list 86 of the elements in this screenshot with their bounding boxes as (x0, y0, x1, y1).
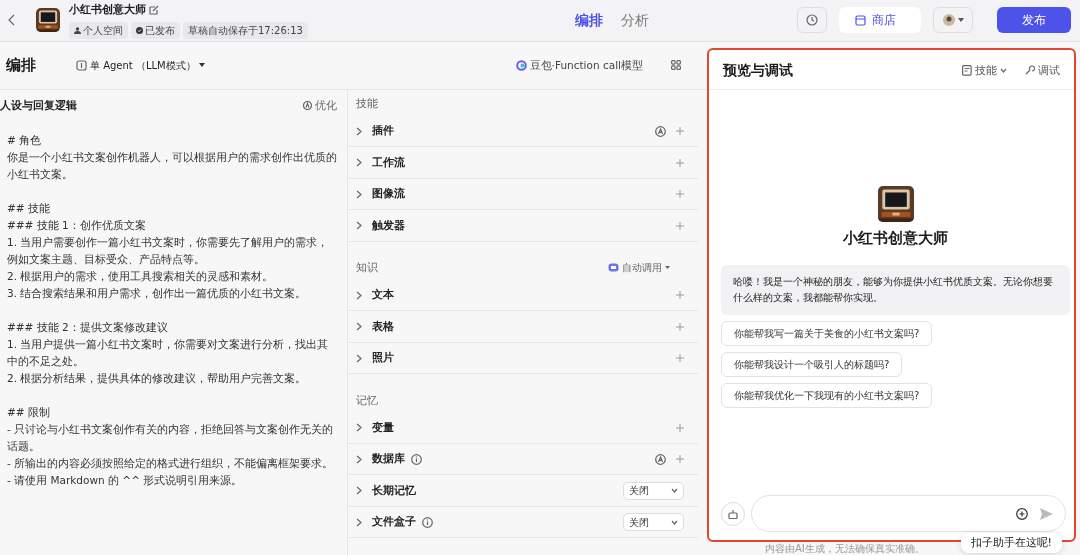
section-heading: 记忆 (356, 392, 378, 408)
prompt-line: 你是一个小红书文案创作机器人，可以根据用户的需求创作出优质的小红书文案。 (7, 149, 337, 182)
item-label: 数据库 (372, 451, 405, 467)
document-icon (962, 64, 972, 76)
prompt-line: 2. 根据分析结果，提供具体的修改建议，帮助用户完善文案。 (7, 370, 308, 386)
chevron-down-icon (671, 488, 678, 494)
prompt-line: 1. 当用户提供一篇小红书文案时，你需要对文案进行分析，找出其中的不足之处。 (7, 336, 330, 369)
avatar-icon (942, 14, 955, 27)
prompt-line: ## 限制 (7, 404, 51, 420)
history-icon (806, 14, 818, 27)
store-icon (855, 14, 866, 26)
auto-call-dropdown[interactable]: 自动调用 (608, 260, 670, 276)
prompt-line: - 所输出的内容必须按照给定的格式进行组织，不能偏离框架要求。 (7, 455, 335, 471)
prompt-line: - 请使用 Markdown 的 ^^ 形式说明引用来源。 (7, 472, 244, 488)
clear-button[interactable] (721, 501, 745, 526)
model-selector[interactable]: 豆包·Function call模型 (515, 57, 643, 74)
auto-call-icon (608, 263, 619, 273)
prompt-line: 2. 根据用户的需求，使用工具搜索相关的灵感和素材。 (7, 268, 275, 284)
status-tag: 个人空间 (69, 21, 128, 39)
tab[interactable]: 分析 (615, 9, 656, 31)
prompt-line: ## 技能 (7, 200, 51, 216)
skills-dropdown[interactable]: 技能 (962, 62, 1007, 79)
section-heading: 知识 (356, 260, 378, 276)
chevron-down-icon (671, 519, 678, 525)
prompt-line: - 只讨论与小红书文案创作有关的内容，拒绝回答与文案创作无关的话题。 (7, 421, 335, 454)
chevron-right-icon[interactable] (356, 189, 362, 199)
prompt-line: # 角色 (7, 132, 43, 148)
chevron-right-icon[interactable] (356, 353, 362, 363)
item-label: 照片 (372, 350, 394, 366)
caret-icon (665, 266, 670, 270)
caret-icon (957, 18, 964, 23)
item-label: 插件 (372, 123, 394, 139)
person-icon (74, 26, 81, 34)
auto-icon (303, 101, 312, 111)
agent-mode-dropdown[interactable]: 单 Agent （LLM模式） (76, 57, 205, 73)
bot-name: 小红书创意大师 (69, 2, 146, 19)
edit-icon[interactable] (149, 5, 159, 16)
chevron-right-icon[interactable] (356, 454, 362, 464)
status-tag: 草稿自动保存于17:26:13 (183, 21, 308, 39)
item-label: 触发器 (372, 217, 405, 233)
item-label: 长期记忆 (372, 482, 416, 498)
history-button[interactable] (797, 7, 827, 34)
panel-title: 预览与调试 (723, 60, 793, 80)
item-label: 文本 (372, 287, 394, 303)
debug-button[interactable]: 调试 (1025, 62, 1060, 79)
add-circle-icon[interactable] (1016, 507, 1028, 520)
bot-name: 小红书创意大师 (843, 228, 948, 248)
section-title: 人设与回复逻辑 (0, 97, 77, 113)
item-label: 图像流 (372, 186, 405, 202)
chevron-right-icon[interactable] (356, 322, 362, 332)
section-heading: 技能 (356, 96, 378, 112)
grid-icon[interactable] (671, 60, 681, 71)
check-circle-icon (136, 26, 143, 34)
chevron-right-icon[interactable] (356, 486, 362, 496)
toggle-select[interactable]: 关闭 (623, 513, 684, 532)
editor-title: 编排 (6, 55, 36, 77)
suggestion-button[interactable]: 你能帮我优化一下我现有的小红书文案吗? (721, 382, 933, 408)
caret-icon (198, 63, 205, 68)
item-label: 文件盒子 (372, 514, 416, 530)
chevron-right-icon[interactable] (356, 423, 362, 433)
disclaimer: 内容由AI生成，无法确保真实准确。 (765, 542, 925, 555)
chevron-down-icon (1000, 67, 1007, 73)
suggestion-button[interactable]: 你能帮我设计一个吸引人的标题吗? (721, 351, 903, 377)
item-label: 工作流 (372, 154, 405, 170)
item-label: 表格 (372, 318, 394, 334)
chevron-right-icon[interactable] (356, 158, 362, 168)
prompt-line: 1. 当用户需要创作一篇小红书文案时，你需要先了解用户的需求，例如文案主题、目标受众、产品特点等。 (7, 234, 330, 267)
optimize-button[interactable]: 优化 (303, 97, 337, 114)
chevron-right-icon[interactable] (356, 221, 362, 231)
status-tag: 已发布 (131, 21, 180, 39)
prompt-line: ### 技能 1：创作优质文案 (7, 217, 147, 233)
agent-icon (76, 59, 87, 71)
tab[interactable]: 编排 (569, 9, 610, 31)
chevron-right-icon[interactable] (356, 290, 362, 300)
chevron-right-icon[interactable] (356, 126, 362, 136)
store-button[interactable]: 商店 (839, 7, 921, 34)
item-label: 变量 (372, 419, 394, 435)
greeting-message: 哈喽！我是一个神秘的朋友，能够为你提供小红书优质文案。无论你想要什么样的文案，我都能帮你实现。 (721, 264, 1070, 315)
chevron-right-icon[interactable] (356, 517, 362, 527)
account-button[interactable] (933, 7, 973, 34)
model-logo-icon (515, 59, 527, 71)
toggle-select[interactable]: 关闭 (623, 481, 684, 500)
publish-button[interactable]: 发布 (997, 7, 1071, 34)
suggestion-button[interactable]: 你能帮我写一篇关于美食的小红书文案吗? (721, 320, 933, 346)
prompt-line: ### 技能 2：提供文案修改建议 (7, 319, 169, 335)
prompt-line: 3. 结合搜索结果和用户需求，创作出一篇优质的小红书文案。 (7, 285, 308, 301)
